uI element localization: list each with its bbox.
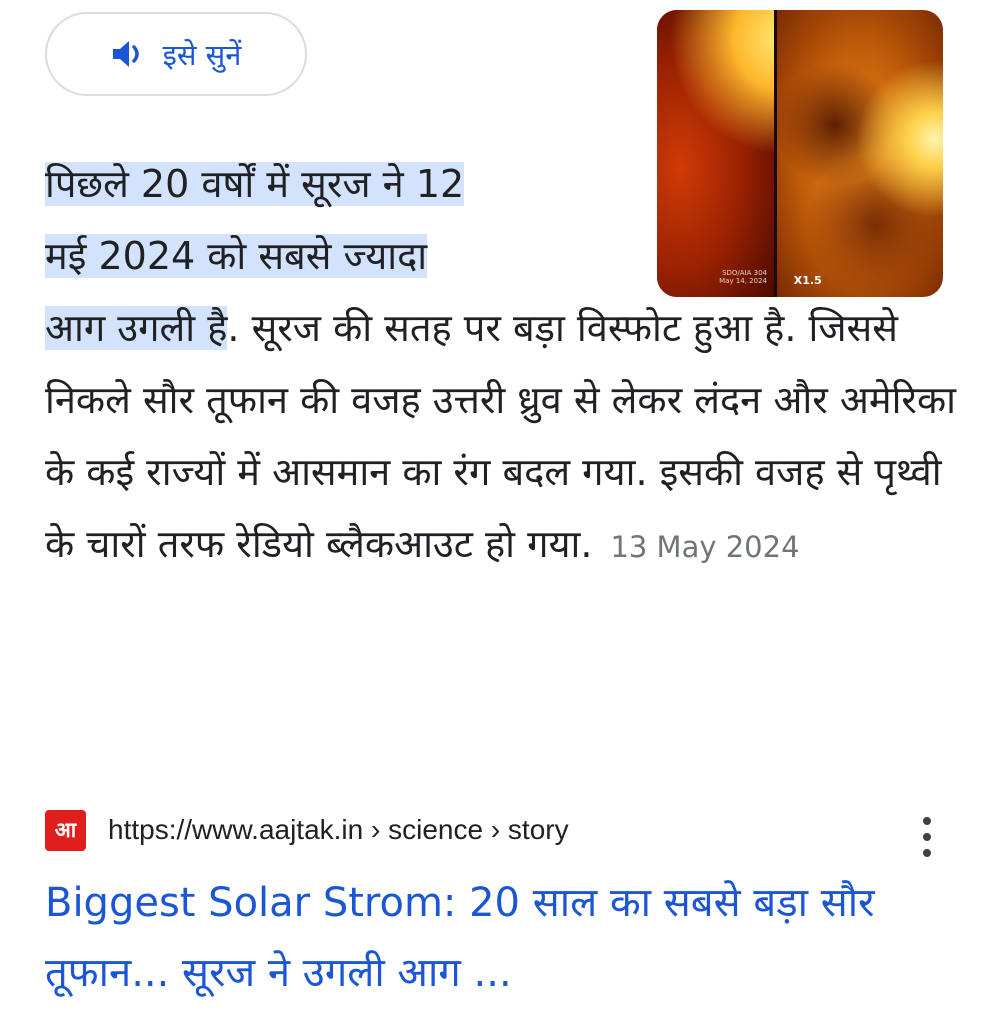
snippet-date: 13 May 2024 [610,530,800,564]
highlighted-answer-line-3: आग उगली है [45,306,228,350]
source-url[interactable]: https://www.aajtak.in › science › story [108,814,569,846]
listen-label: इसे सुनें [162,37,242,72]
aajtak-favicon-icon: आ [45,809,86,851]
result-title-link[interactable]: Biggest Solar Strom: 20 साल का सबसे बड़ा… [45,868,945,1008]
highlighted-answer-line-1: पिछले 20 वर्षों में सूरज ने 12 [45,162,465,206]
featured-snippet-text: पिछले 20 वर्षों में सूरज ने 12 मई 2024 क… [45,148,960,583]
source-row[interactable]: आ https://www.aajtak.in › science › stor… [45,808,945,852]
more-vert-icon[interactable] [915,817,939,857]
highlighted-answer-line-2: मई 2024 को सबसे ज्यादा [45,234,428,278]
speaker-icon [111,39,145,69]
listen-button[interactable]: इसे सुनें [45,12,307,96]
